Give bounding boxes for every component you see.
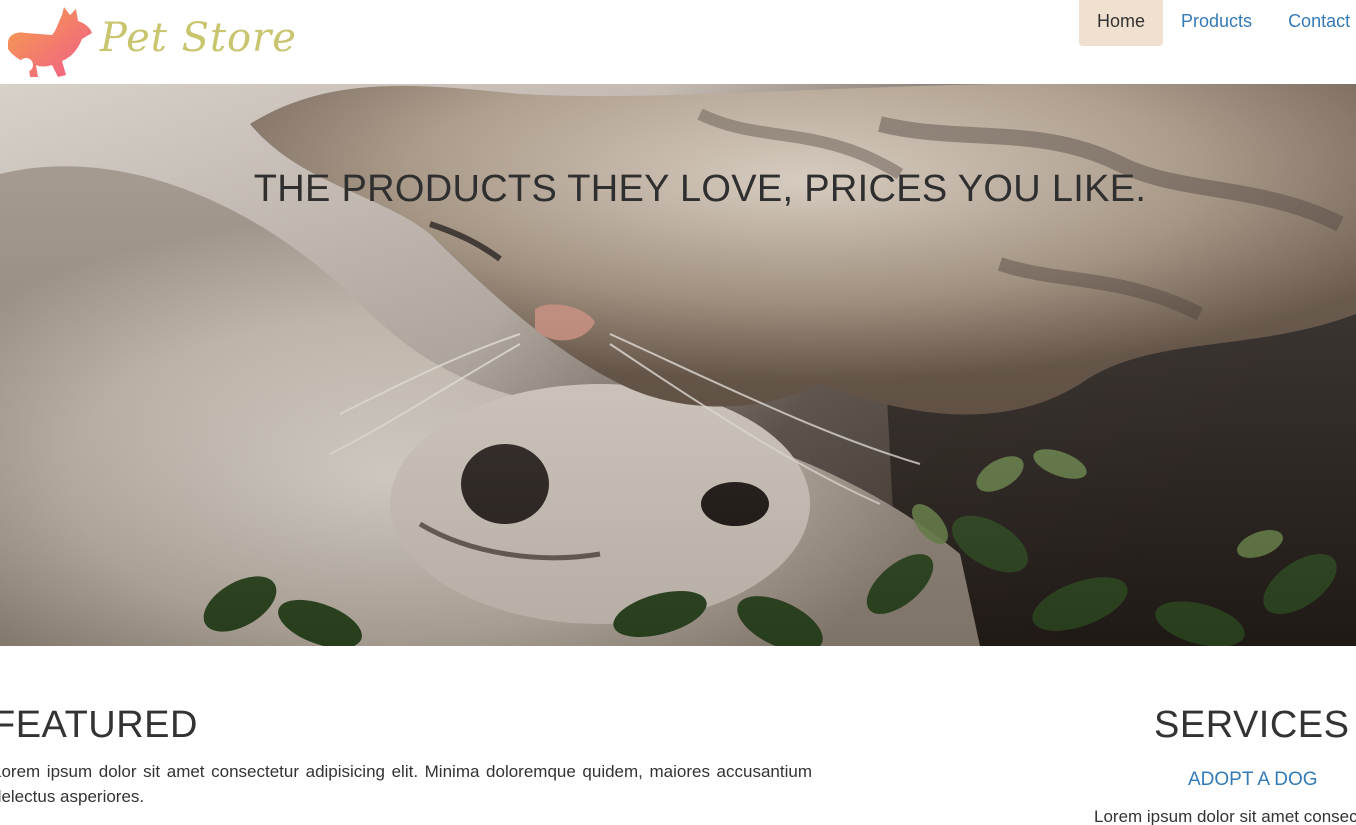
navbar: Pet Store Home Products Contact — [0, 0, 1356, 84]
running-dog-icon — [8, 7, 92, 77]
services-section: SERVICES ADOPT A DOG Lorem ipsum dolor s… — [1090, 704, 1356, 825]
featured-section: FEATURED Lorem ipsum dolor sit amet cons… — [0, 704, 812, 809]
page: Pet Store Home Products Contact THE PROD… — [0, 0, 1356, 825]
featured-text: Lorem ipsum dolor sit amet consectetur a… — [0, 762, 812, 806]
hero-banner: THE PRODUCTS THEY LOVE, PRICES YOU LIKE. — [0, 84, 1356, 646]
services-heading: SERVICES — [1154, 704, 1350, 746]
brand[interactable]: Pet Store — [4, 4, 297, 80]
hero-title: THE PRODUCTS THEY LOVE, PRICES YOU LIKE. — [253, 168, 1147, 210]
nav-products-link[interactable]: Products — [1163, 0, 1270, 46]
service-text: Lorem ipsum dolor sit amet consectetur — [1094, 807, 1356, 825]
featured-heading: FEATURED — [0, 704, 198, 746]
nav-contact-link[interactable]: Contact — [1270, 0, 1356, 46]
adopt-a-dog-link[interactable]: ADOPT A DOG — [1090, 769, 1356, 791]
nav-home-link[interactable]: Home — [1079, 0, 1164, 46]
brand-name: Pet Store — [100, 15, 297, 61]
nav-menu: Home Products Contact — [1079, 0, 1356, 46]
